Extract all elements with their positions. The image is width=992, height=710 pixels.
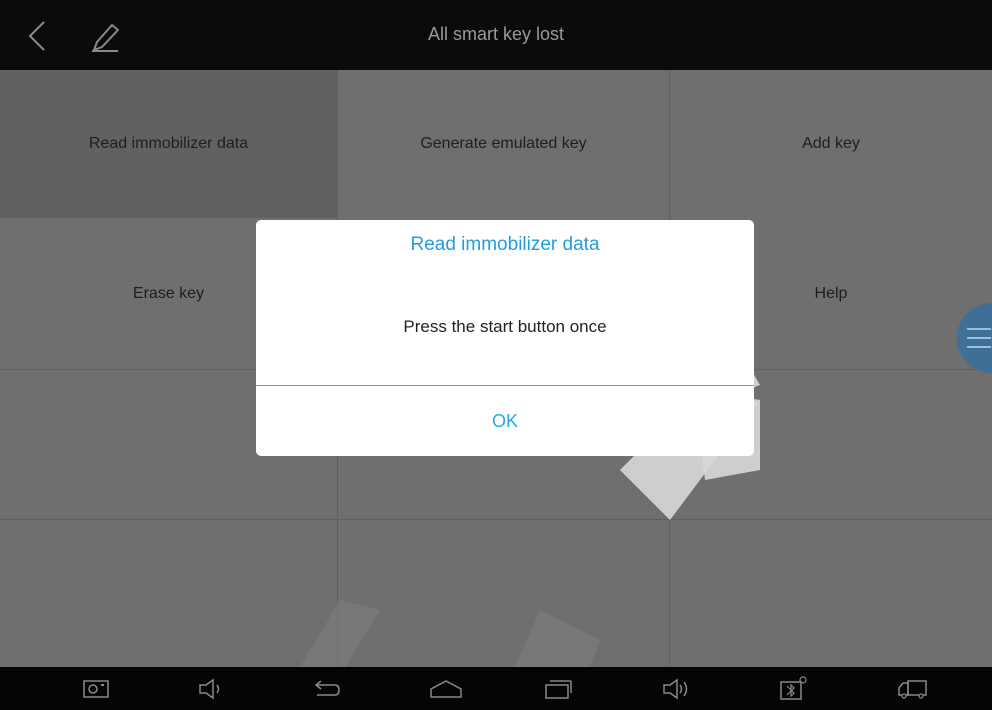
menu-item-label: Add key: [802, 135, 860, 152]
ok-button[interactable]: OK: [256, 386, 754, 456]
menu-icon: [967, 346, 991, 348]
menu-item-read-immobilizer-data[interactable]: Read immobilizer data: [0, 70, 338, 218]
page-title: All smart key lost: [427, 24, 565, 44]
back-icon[interactable]: [311, 675, 341, 703]
empty-cell: [338, 520, 670, 667]
dialog-title: Read immobilizer data: [410, 234, 600, 255]
vci-status-icon[interactable]: [778, 675, 808, 703]
menu-icon: [967, 328, 991, 330]
menu-item-label: Erase key: [132, 284, 205, 302]
screenshot-icon[interactable]: [81, 675, 111, 703]
empty-cell: [0, 520, 338, 667]
volume-up-icon[interactable]: [661, 675, 691, 703]
menu-item-label: Help: [814, 284, 848, 302]
menu-item-label: Generate emulated key: [420, 135, 587, 152]
system-nav-bar: [0, 667, 992, 710]
menu-item-label: Read immobilizer data: [88, 135, 249, 152]
menu-item-add-key[interactable]: Add key: [670, 70, 992, 218]
menu-item-generate-emulated-key[interactable]: Generate emulated key: [338, 70, 670, 218]
truck-icon[interactable]: [895, 675, 929, 703]
home-icon[interactable]: [428, 675, 464, 703]
menu-icon: [967, 337, 991, 339]
recent-apps-icon[interactable]: [543, 675, 573, 703]
message-dialog: Read immobilizer data Press the start bu…: [256, 220, 754, 456]
dialog-message: Press the start button once: [403, 317, 607, 336]
volume-down-icon[interactable]: [196, 675, 226, 703]
empty-cell: [670, 520, 992, 667]
top-bar: All smart key lost: [0, 0, 992, 70]
